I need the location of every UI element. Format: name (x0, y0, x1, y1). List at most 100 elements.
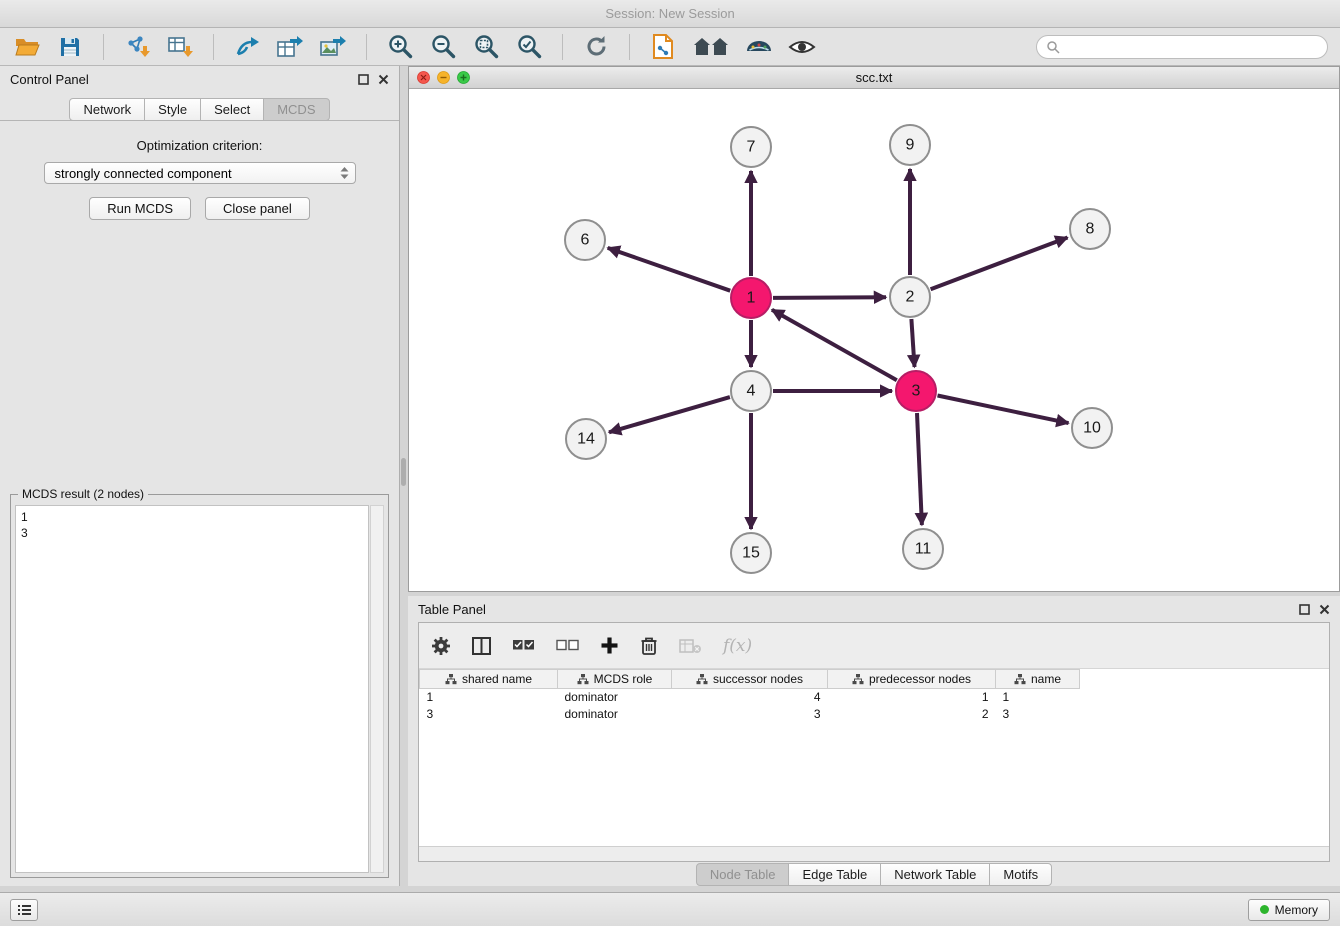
graph-edge-3-11[interactable] (917, 413, 922, 525)
close-control-panel-icon[interactable] (378, 74, 389, 85)
graph-edge-4-14[interactable] (609, 397, 730, 432)
panel-divider[interactable] (400, 66, 408, 886)
network-canvas[interactable]: 7 9 6 8 1 2 4 3 14 10 15 11 (409, 89, 1339, 591)
show-hide-button[interactable] (787, 32, 817, 62)
new-network-from-selection-button[interactable] (648, 32, 678, 62)
column-header-mcds-role[interactable]: MCDS role (558, 670, 672, 689)
tab-select[interactable]: Select (200, 98, 264, 121)
table-scrollbar[interactable] (419, 846, 1329, 861)
table-cell-filler (1080, 689, 1330, 706)
criterion-dropdown[interactable]: strongly connected component (44, 162, 356, 184)
table-cell[interactable]: 3 (672, 706, 828, 723)
graph-node-1[interactable]: 1 (731, 278, 771, 318)
table-cell[interactable]: 2 (828, 706, 996, 723)
network-window-titlebar: scc.txt (409, 67, 1339, 89)
graph-node-4[interactable]: 4 (731, 371, 771, 411)
tab-mcds[interactable]: MCDS (263, 98, 329, 121)
graph-edge-3-1[interactable] (772, 310, 897, 380)
select-all-columns-button[interactable] (512, 638, 535, 653)
table-cell[interactable]: 4 (672, 689, 828, 706)
paint-style-button[interactable] (744, 32, 774, 62)
show-panels-button[interactable] (10, 899, 38, 921)
first-neighbors-button[interactable] (691, 32, 731, 62)
import-network-button[interactable] (122, 32, 152, 62)
result-scrollbar[interactable] (370, 505, 384, 873)
graph-node-6[interactable]: 6 (565, 220, 605, 260)
run-mcds-button[interactable]: Run MCDS (89, 197, 191, 220)
memory-button[interactable]: Memory (1248, 899, 1330, 921)
zoom-fit-button[interactable] (471, 32, 501, 62)
export-image-button[interactable] (318, 32, 348, 62)
divider-handle[interactable] (401, 458, 406, 486)
table-cell[interactable]: dominator (558, 689, 672, 706)
zoom-selected-button[interactable] (514, 32, 544, 62)
table-mode-button[interactable] (431, 636, 451, 656)
refresh-icon (583, 33, 610, 60)
import-table-icon (167, 34, 193, 60)
graph-node-9[interactable]: 9 (890, 125, 930, 165)
graph-node-label: 9 (906, 137, 915, 154)
table-cell[interactable]: 3 (996, 706, 1080, 723)
tab-network[interactable]: Network (69, 98, 145, 121)
graph-edge-2-3[interactable] (911, 319, 914, 367)
network-window: scc.txt 7 9 6 8 1 2 4 3 14 10 15 11 (408, 66, 1340, 592)
column-header-shared-name[interactable]: shared name (420, 670, 558, 689)
graph-edge-2-8[interactable] (931, 238, 1068, 290)
export-network-button[interactable] (232, 32, 262, 62)
import-table-button[interactable] (165, 32, 195, 62)
show-columns-button[interactable] (472, 637, 491, 655)
window-close-button[interactable] (417, 71, 430, 84)
open-session-button[interactable] (12, 32, 42, 62)
graph-edge-1-6[interactable] (608, 248, 731, 291)
table-cell[interactable]: 3 (420, 706, 558, 723)
graph-node-10[interactable]: 10 (1072, 408, 1112, 448)
first-neighbors-icon (693, 35, 729, 59)
graph-node-14[interactable]: 14 (566, 419, 606, 459)
zoom-out-button[interactable] (428, 32, 458, 62)
export-network-icon (234, 35, 260, 59)
window-minimize-button[interactable] (437, 71, 450, 84)
graph-node-3[interactable]: 3 (896, 371, 936, 411)
clear-table-button[interactable] (679, 638, 702, 654)
export-table-button[interactable] (275, 32, 305, 62)
column-header-predecessor-nodes[interactable]: predecessor nodes (828, 670, 996, 689)
column-header-name[interactable]: name (996, 670, 1080, 689)
node-table-header-row: shared nameMCDS rolesuccessor nodesprede… (420, 670, 1330, 689)
graph-edge-1-2[interactable] (773, 297, 886, 298)
close-table-panel-icon[interactable] (1319, 604, 1330, 615)
graph-node-7[interactable]: 7 (731, 127, 771, 167)
table-row[interactable]: 3dominator323 (420, 706, 1330, 723)
graph-node-11[interactable]: 11 (903, 529, 943, 569)
table-cell[interactable]: 1 (828, 689, 996, 706)
tab-style[interactable]: Style (144, 98, 201, 121)
graph-node-2[interactable]: 2 (890, 277, 930, 317)
table-cell[interactable]: 1 (420, 689, 558, 706)
tab-motifs[interactable]: Motifs (989, 863, 1052, 886)
tab-network-table[interactable]: Network Table (880, 863, 990, 886)
optimization-criterion-label: Optimization criterion: (0, 138, 399, 153)
mcds-result-title: MCDS result (2 nodes) (18, 487, 148, 501)
tab-node-table[interactable]: Node Table (696, 863, 790, 886)
save-session-button[interactable] (55, 32, 85, 62)
column-header-successor-nodes[interactable]: successor nodes (672, 670, 828, 689)
create-column-button[interactable] (600, 636, 619, 655)
tab-edge-table[interactable]: Edge Table (788, 863, 881, 886)
refresh-layout-button[interactable] (581, 32, 611, 62)
zoom-in-button[interactable] (385, 32, 415, 62)
float-table-panel-icon[interactable] (1299, 604, 1310, 615)
table-row[interactable]: 1dominator411 (420, 689, 1330, 706)
close-panel-button[interactable]: Close panel (205, 197, 310, 220)
graph-edge-3-10[interactable] (938, 396, 1069, 424)
table-cell[interactable]: dominator (558, 706, 672, 723)
graph-node-15[interactable]: 15 (731, 533, 771, 573)
graph-node-8[interactable]: 8 (1070, 209, 1110, 249)
search-input[interactable] (1065, 40, 1318, 54)
select-all-icon (512, 638, 535, 653)
delete-column-button[interactable] (640, 636, 658, 656)
deselect-all-columns-button[interactable] (556, 639, 579, 652)
window-zoom-button[interactable] (457, 71, 470, 84)
search-box[interactable] (1036, 35, 1328, 59)
function-builder-button[interactable]: f(x) (723, 636, 752, 656)
table-cell[interactable]: 1 (996, 689, 1080, 706)
float-panel-icon[interactable] (358, 74, 369, 85)
